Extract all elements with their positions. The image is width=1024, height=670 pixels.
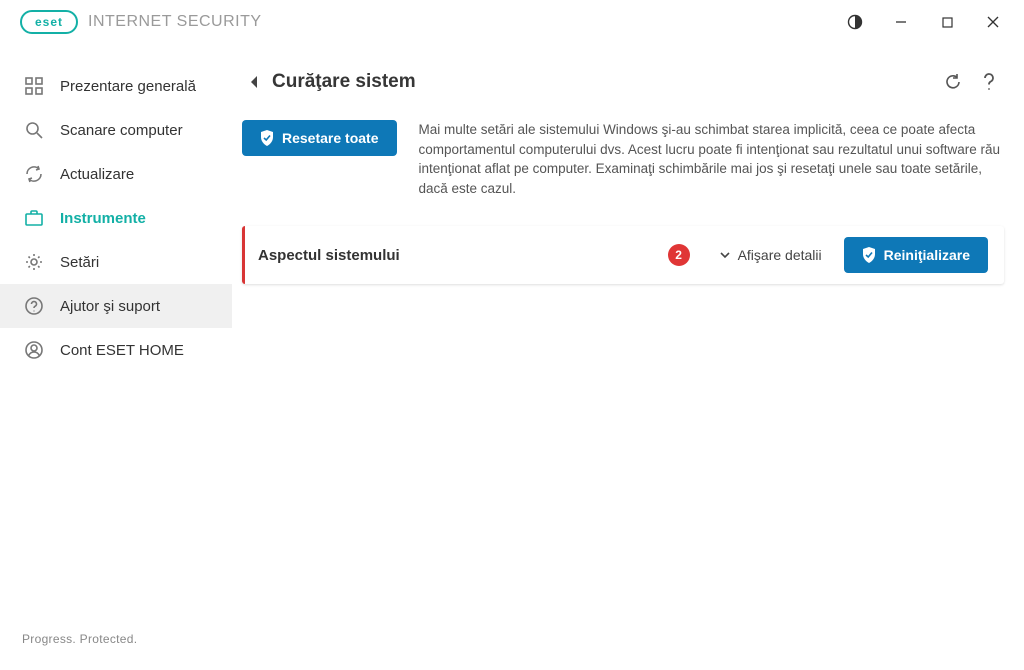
contrast-icon[interactable]: [832, 0, 878, 44]
sidebar-item-help[interactable]: Ajutor şi suport: [0, 284, 232, 328]
maximize-button[interactable]: [924, 0, 970, 44]
close-button[interactable]: [970, 0, 1016, 44]
sidebar-item-label: Cont ESET HOME: [60, 342, 184, 359]
brand-text: eset: [35, 15, 63, 29]
sidebar-item-label: Instrumente: [60, 210, 146, 227]
sidebar-footer: Progress. Protected.: [0, 632, 232, 670]
shield-icon: [862, 247, 876, 263]
reinitialize-button[interactable]: Reiniţializare: [844, 237, 988, 273]
show-details-toggle[interactable]: Afişare detalii: [718, 247, 822, 263]
sidebar: Prezentare generală Scanare computer Act…: [0, 44, 232, 670]
intro-text: Mai multe setări ale sistemului Windows …: [419, 120, 1005, 198]
user-icon: [24, 340, 44, 360]
titlebar: eset INTERNET SECURITY: [0, 0, 1024, 44]
shield-icon: [260, 130, 274, 146]
issue-count-badge: 2: [668, 244, 690, 266]
page-title: Curăţare sistem: [272, 71, 416, 93]
system-appearance-card: Aspectul sistemului 2 Afişare detalii Re…: [242, 226, 1004, 284]
sidebar-item-label: Setări: [60, 254, 99, 271]
briefcase-icon: [24, 208, 44, 228]
back-button[interactable]: [242, 70, 266, 94]
sidebar-item-update[interactable]: Actualizare: [0, 152, 232, 196]
sidebar-item-scan[interactable]: Scanare computer: [0, 108, 232, 152]
reload-icon[interactable]: [938, 67, 968, 97]
sidebar-item-tools[interactable]: Instrumente: [0, 196, 232, 240]
help-icon: [24, 296, 44, 316]
help-page-icon[interactable]: [974, 67, 1004, 97]
intro-row: Resetare toate Mai multe setări ale sist…: [242, 120, 1004, 198]
product-name: INTERNET SECURITY: [88, 13, 262, 31]
reset-all-label: Resetare toate: [282, 130, 379, 146]
reset-all-button[interactable]: Resetare toate: [242, 120, 397, 156]
main-content: Curăţare sistem Resetare toate Mai multe…: [232, 44, 1024, 670]
sidebar-item-label: Actualizare: [60, 166, 134, 183]
sidebar-item-label: Prezentare generală: [60, 78, 196, 95]
card-title: Aspectul sistemului: [258, 247, 400, 264]
refresh-icon: [24, 164, 44, 184]
brand-logo: eset: [20, 10, 78, 34]
sidebar-item-settings[interactable]: Setări: [0, 240, 232, 284]
dashboard-icon: [24, 76, 44, 96]
sidebar-item-overview[interactable]: Prezentare generală: [0, 64, 232, 108]
window-controls: [832, 0, 1016, 44]
minimize-button[interactable]: [878, 0, 924, 44]
chevron-down-icon: [718, 248, 732, 262]
reinitialize-label: Reiniţializare: [884, 247, 970, 263]
sidebar-item-account[interactable]: Cont ESET HOME: [0, 328, 232, 372]
sidebar-item-label: Scanare computer: [60, 122, 183, 139]
gear-icon: [24, 252, 44, 272]
sidebar-item-label: Ajutor şi suport: [60, 298, 160, 315]
details-label: Afişare detalii: [738, 247, 822, 263]
page-header: Curăţare sistem: [242, 62, 1004, 102]
search-icon: [24, 120, 44, 140]
